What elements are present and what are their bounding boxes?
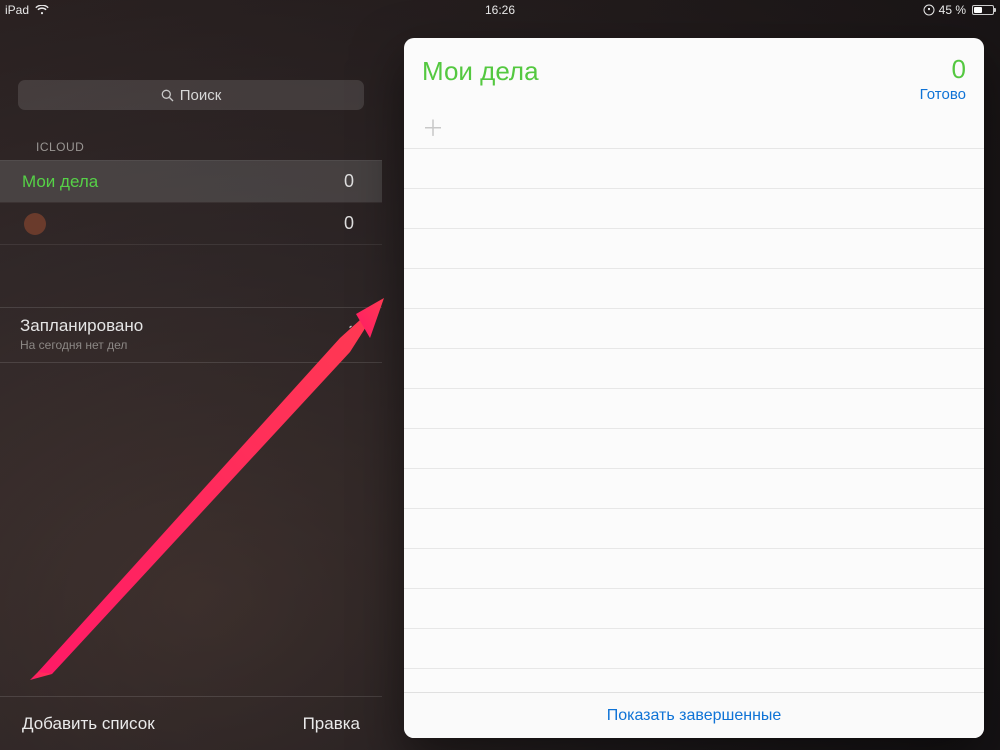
battery-percent: 45 %: [939, 3, 966, 17]
scheduled-title: Запланировано: [20, 316, 143, 336]
list-label: Мои дела: [22, 172, 98, 192]
wifi-icon: [35, 5, 49, 15]
done-button[interactable]: Готово: [920, 86, 966, 103]
search-input[interactable]: Поиск: [18, 80, 364, 110]
section-header: ICLOUD: [0, 120, 382, 160]
add-reminder-row[interactable]: ＋: [404, 109, 984, 149]
sidebar: Поиск ICLOUD Мои дела 0 0 Запланировано …: [0, 20, 382, 750]
edit-button[interactable]: Правка: [303, 714, 360, 734]
rotation-lock-icon: [923, 4, 935, 16]
list-row-other[interactable]: 0: [0, 202, 382, 244]
battery-icon: [970, 5, 994, 15]
status-bar: iPad 16:26 45 %: [0, 0, 1000, 20]
show-completed-button[interactable]: Показать завершенные: [607, 707, 782, 725]
list-count: 0: [344, 171, 354, 192]
card-title: Мои дела: [422, 56, 539, 87]
reminders-card: Мои дела 0 Готово ＋ Показать завершенные: [404, 38, 984, 738]
list-count: 0: [344, 213, 354, 234]
reminders-list-area[interactable]: [404, 149, 984, 692]
add-list-button[interactable]: Добавить список: [22, 714, 155, 734]
list-color-dot: [24, 213, 46, 235]
device-label: iPad: [5, 3, 29, 17]
plus-icon: ＋: [422, 118, 444, 140]
search-placeholder: Поиск: [180, 87, 222, 104]
search-icon: [161, 89, 174, 102]
scheduled-row[interactable]: Запланировано На сегодня нет дел: [0, 307, 382, 363]
card-count: 0: [920, 56, 966, 82]
list-row-mydeals[interactable]: Мои дела 0: [0, 160, 382, 202]
sidebar-bottom-bar: Добавить список Правка: [0, 696, 382, 750]
status-time: 16:26: [485, 3, 515, 17]
alarm-clock-icon: [346, 323, 364, 346]
scheduled-subtitle: На сегодня нет дел: [20, 338, 143, 352]
divider: [0, 244, 382, 245]
